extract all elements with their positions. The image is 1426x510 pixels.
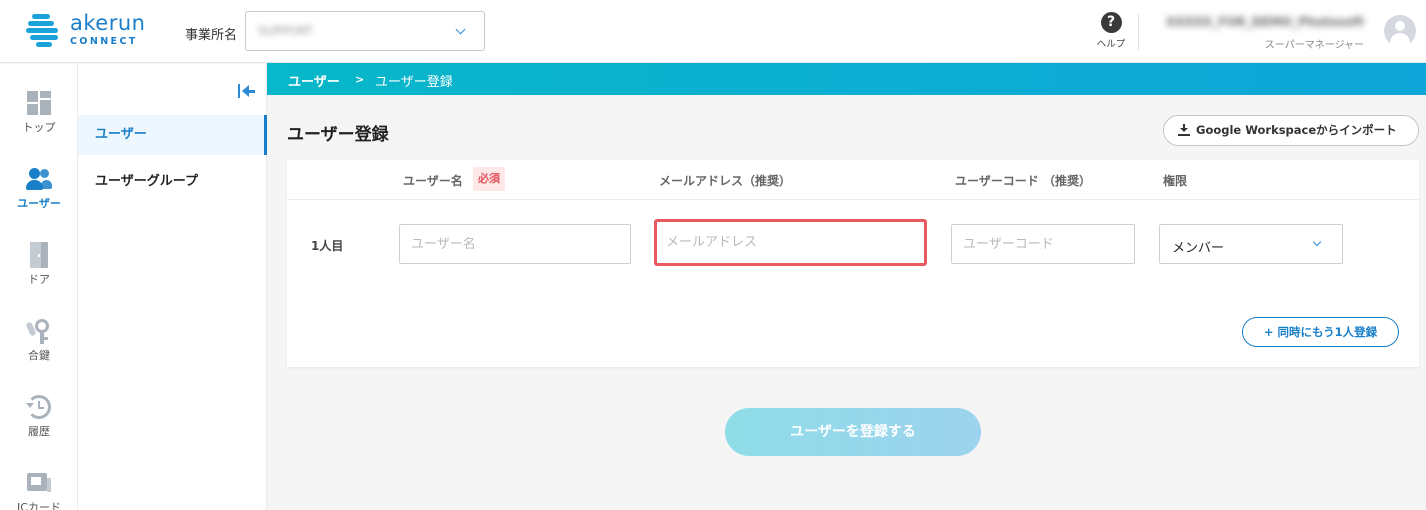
role-select[interactable]: メンバー	[1159, 224, 1343, 264]
help-icon: ?	[1100, 12, 1122, 33]
account-name: XXXXX_FOR_DEMO_Photosoft	[1165, 15, 1364, 29]
nav-item-top[interactable]: トップ	[0, 90, 78, 135]
nav-item-label: ユーザー	[17, 197, 61, 210]
office-select[interactable]: SUPPORT	[245, 11, 485, 51]
nav-item-door[interactable]: ドア	[0, 242, 78, 287]
akerun-logo[interactable]: akerun CONNECT	[26, 12, 145, 48]
column-header-user-code: ユーザーコード （推奨）	[955, 174, 1091, 188]
dashboard-icon	[26, 90, 52, 116]
logo-subtitle: CONNECT	[70, 36, 138, 48]
import-button-label: Google Workspaceからインポート	[1196, 123, 1397, 137]
nav-item-keys[interactable]: 合鍵	[0, 318, 78, 363]
username-input[interactable]	[399, 224, 631, 264]
column-header-email: メールアドレス（推奨）	[659, 174, 792, 188]
door-icon	[26, 242, 52, 268]
user-code-input[interactable]	[951, 224, 1135, 264]
logo-wordmark: akerun	[70, 11, 146, 36]
office-select-value: SUPPORT	[258, 24, 314, 38]
office-label: 事業所名	[185, 28, 238, 43]
ic-card-icon	[26, 470, 52, 496]
chevron-down-icon	[1312, 237, 1322, 247]
history-icon	[26, 394, 52, 420]
nav-item-label: トップ	[22, 121, 56, 134]
user-submenu: ユーザー ユーザーグループ	[78, 64, 267, 510]
page-title: ユーザー登録	[287, 125, 389, 145]
nav-item-users[interactable]: ユーザー	[0, 166, 78, 211]
avatar[interactable]	[1384, 15, 1416, 47]
google-workspace-import-button[interactable]: Google Workspaceからインポート	[1163, 115, 1419, 146]
user-registration-form: ユーザー名 必須 メールアドレス（推奨） ユーザーコード （推奨） 権限 1人目…	[287, 160, 1419, 367]
column-header-role: 権限	[1163, 174, 1188, 188]
users-icon	[26, 166, 52, 192]
chevron-down-icon	[455, 24, 466, 35]
form-column-headers: ユーザー名 必須 メールアドレス（推奨） ユーザーコード （推奨） 権限	[287, 160, 1419, 200]
register-user-button[interactable]: ユーザーを登録する	[725, 408, 981, 456]
nav-item-label: 合鍵	[28, 349, 50, 362]
breadcrumb-separator: >	[355, 73, 365, 86]
row-label: 1人目	[311, 239, 344, 253]
header-divider	[1138, 14, 1139, 50]
required-badge: 必須	[473, 167, 505, 191]
nav-item-label: 履歴	[28, 425, 50, 438]
submenu-item-user-groups[interactable]: ユーザーグループ	[78, 162, 267, 202]
column-header-username: ユーザー名	[403, 174, 463, 188]
top-header: akerun CONNECT 事業所名 SUPPORT ? ヘルプ XXXXX_…	[0, 0, 1426, 63]
add-another-user-button[interactable]: + 同時にもう1人登録	[1242, 317, 1399, 347]
help-label: ヘルプ	[1096, 39, 1126, 50]
collapse-sidebar-icon[interactable]	[238, 83, 256, 99]
main-nav: トップ ユーザー ドア 合鍵 履歴 ICカード	[0, 64, 78, 510]
role-select-value: メンバー	[1172, 241, 1225, 256]
download-icon	[1178, 124, 1190, 136]
breadcrumb-parent-link[interactable]: ユーザー	[288, 71, 340, 90]
email-input[interactable]	[654, 219, 927, 266]
nav-item-label: ICカード	[17, 501, 61, 510]
breadcrumb: ユーザー > ユーザー登録	[267, 63, 1426, 95]
nav-item-label: ドア	[28, 273, 50, 286]
nav-item-ic-card[interactable]: ICカード	[0, 470, 78, 510]
submenu-item-users[interactable]: ユーザー	[78, 115, 267, 155]
account-role: スーパーマネージャー	[1264, 40, 1364, 51]
breadcrumb-current: ユーザー登録	[375, 75, 453, 90]
akerun-logo-icon	[26, 12, 64, 48]
nav-item-history[interactable]: 履歴	[0, 394, 78, 439]
help-button[interactable]: ? ヘルプ	[1095, 12, 1127, 50]
key-icon	[25, 318, 52, 344]
